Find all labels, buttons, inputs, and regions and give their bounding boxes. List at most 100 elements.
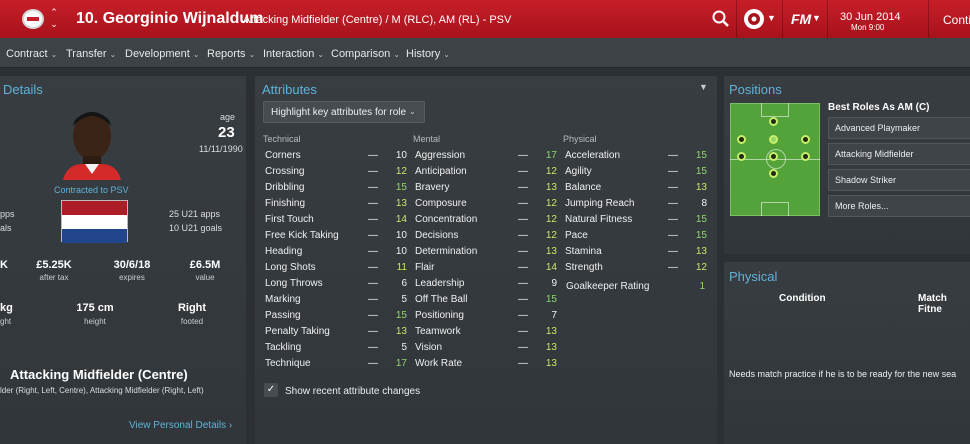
view-link-label: View Personal Details [129, 420, 227, 431]
footed-value: Right [177, 302, 207, 314]
attribute-row: Strength — 12 [565, 262, 710, 278]
club-badge-icon[interactable] [22, 9, 44, 29]
attribute-value: 15 [695, 166, 707, 177]
wage-after-tax-caption: after tax [39, 273, 69, 282]
chevron-up-icon[interactable]: ⌃ [49, 6, 59, 18]
attribute-name: Tackling [265, 342, 302, 353]
attribute-value: 12 [545, 166, 557, 177]
attribute-value: 8 [701, 198, 707, 209]
apps-label: pps [0, 209, 15, 219]
details-panel: Details age 23 11/11/1990 Contracted to … [0, 76, 246, 444]
attribute-value: 15 [395, 310, 407, 321]
role-label: Advanced Playmaker [835, 123, 921, 133]
more-roles-button[interactable]: More Roles... [828, 195, 970, 217]
position-dot [769, 152, 778, 161]
menu-transfer[interactable]: Transfer ⌄ [66, 48, 116, 60]
attribute-name: Anticipation [415, 166, 467, 177]
attribute-row: Heading — 10 [265, 246, 410, 262]
role-advanced-playmaker[interactable]: Advanced Playmaker [828, 117, 970, 139]
fm-menu-button[interactable]: FM [791, 11, 811, 27]
menu-label: Reports [207, 48, 246, 60]
attribute-row: Positioning — 7 [415, 310, 560, 326]
attribute-value: 5 [401, 294, 407, 305]
attribute-change-indicator: — [368, 150, 378, 161]
role-label: Shadow Striker [835, 175, 897, 185]
chevron-down-icon[interactable]: ▼ [699, 82, 708, 92]
menu-contract[interactable]: Contract ⌄ [6, 48, 57, 60]
attribute-change-indicator: — [368, 230, 378, 241]
attribute-change-indicator: — [668, 230, 678, 241]
attribute-change-indicator: — [518, 310, 528, 321]
menu-development[interactable]: Development ⌄ [125, 48, 200, 60]
attribute-value: 13 [695, 246, 707, 257]
menu-reports[interactable]: Reports ⌄ [207, 48, 255, 60]
recent-changes-checkbox[interactable]: ✓ [264, 383, 278, 397]
attribute-row: Composure — 12 [415, 198, 560, 214]
recent-changes-label: Show recent attribute changes [285, 386, 421, 397]
attribute-row: Anticipation — 12 [415, 166, 560, 182]
attribute-value: 12 [395, 166, 407, 177]
attribute-row: Long Throws — 6 [265, 278, 410, 294]
height-value: 175 cm [76, 302, 114, 314]
chevron-down-icon[interactable]: ⌄ [49, 18, 59, 30]
player-face-image [63, 112, 121, 180]
menu-label: Interaction [263, 48, 315, 60]
menu-interaction[interactable]: Interaction ⌄ [263, 48, 324, 60]
attribute-row: Acceleration — 15 [565, 150, 710, 166]
attribute-change-indicator: — [668, 214, 678, 225]
attribute-change-indicator: — [368, 278, 378, 289]
attribute-change-indicator: — [668, 198, 678, 209]
position-dot [769, 117, 778, 126]
attribute-value: 15 [545, 294, 557, 305]
attribute-change-indicator: — [518, 246, 528, 257]
attribute-row: Work Rate — 13 [415, 358, 560, 374]
attribute-row: Jumping Reach — 8 [565, 198, 710, 214]
player-value-caption: value [195, 273, 215, 282]
search-icon[interactable] [712, 10, 730, 28]
role-attacking-midfielder[interactable]: Attacking Midfielder [828, 143, 970, 165]
menu-history[interactable]: History ⌄ [406, 48, 450, 60]
physical-note: Needs match practice if he is to be read… [729, 369, 957, 379]
attribute-name: Flair [415, 262, 435, 273]
view-personal-details-link[interactable]: View Personal Details › [129, 420, 232, 431]
chevron-down-icon: ⌄ [443, 50, 450, 59]
player-nav-arrows[interactable]: ⌃ ⌄ [49, 6, 59, 30]
contract-expiry-caption: expires [119, 273, 145, 282]
current-date: 30 Jun 2014 [840, 11, 901, 23]
goalkeeper-rating-row: Goalkeeper Rating 1 [566, 281, 711, 297]
chevron-down-icon[interactable]: ▼ [812, 13, 821, 23]
attribute-value: 14 [395, 214, 407, 225]
attribute-value: 13 [545, 326, 557, 337]
highlight-attributes-dropdown[interactable]: Highlight key attributes for role ⌄ [263, 101, 425, 123]
continue-button[interactable]: Conti [943, 13, 970, 27]
attribute-name: Composure [415, 198, 467, 209]
chevron-down-icon[interactable]: ▼ [767, 13, 776, 23]
menu-comparison[interactable]: Comparison ⌄ [331, 48, 400, 60]
attribute-value: 13 [545, 358, 557, 369]
attribute-change-indicator: — [518, 166, 528, 177]
attribute-change-indicator: — [368, 182, 378, 193]
attribute-value: 13 [395, 326, 407, 337]
attribute-change-indicator: — [368, 262, 378, 273]
attribute-value: 10 [395, 246, 407, 257]
attribute-value: 13 [545, 342, 557, 353]
position-dot [801, 152, 810, 161]
position-dot [769, 169, 778, 178]
attribute-row: Agility — 15 [565, 166, 710, 182]
globe-icon[interactable] [744, 9, 764, 29]
goalkeeper-rating-label: Goalkeeper Rating [566, 281, 650, 292]
attribute-name: Penalty Taking [265, 326, 330, 337]
attribute-name: Balance [565, 182, 602, 193]
physical-header: Physical [563, 134, 597, 144]
divider [736, 0, 737, 38]
attribute-change-indicator: — [518, 278, 528, 289]
attribute-row: Aggression — 17 [415, 150, 560, 166]
attribute-row: Corners — 10 [265, 150, 410, 166]
role-shadow-striker[interactable]: Shadow Striker [828, 169, 970, 191]
contract-status[interactable]: Contracted to PSV [54, 185, 129, 195]
attribute-row: Technique — 17 [265, 358, 410, 374]
attribute-name: Agility [565, 166, 592, 177]
u21-apps: 25 U21 apps [169, 209, 221, 219]
height-caption: height [84, 317, 106, 326]
weight-caption: ght [0, 317, 12, 326]
